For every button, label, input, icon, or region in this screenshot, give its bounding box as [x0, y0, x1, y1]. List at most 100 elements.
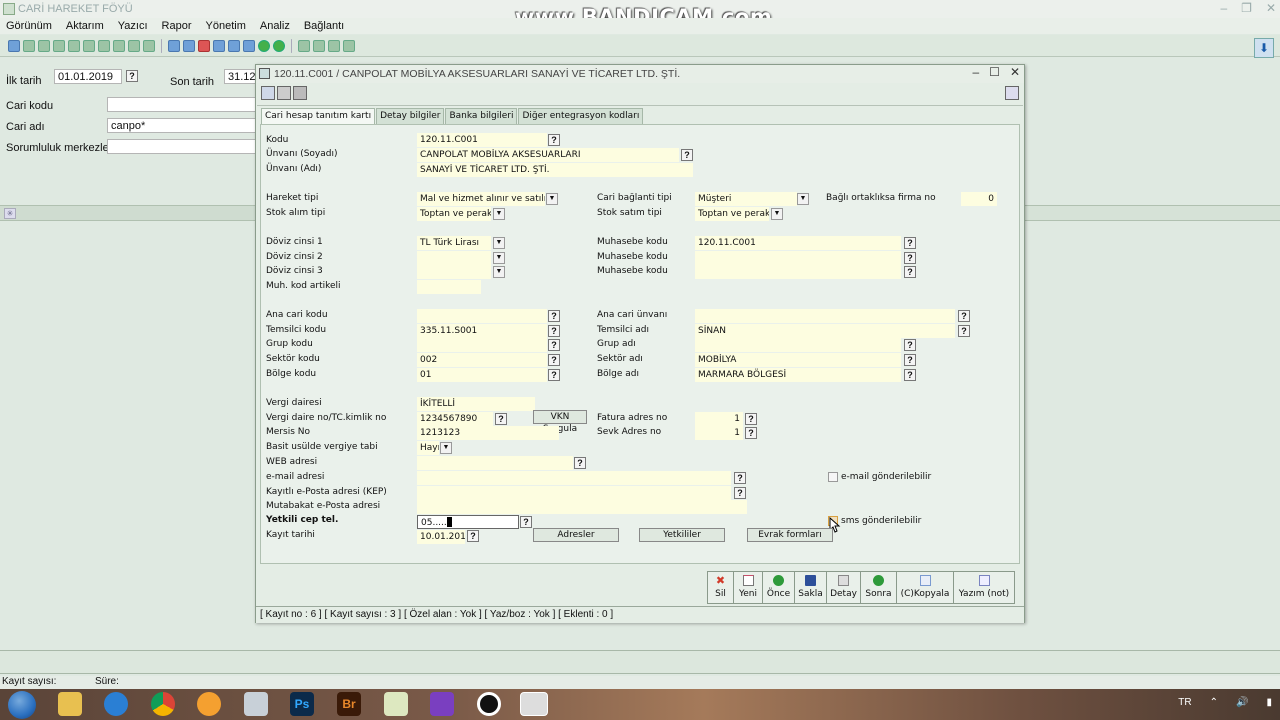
sorumluluk-field[interactable]: [107, 139, 257, 154]
vkn-sorgula-button[interactable]: VKN Sorgula: [533, 410, 587, 434]
kayit-tarihi-field[interactable]: 10.01.2019: [417, 530, 465, 544]
bookmark-icon[interactable]: [98, 39, 110, 52]
language-indicator[interactable]: TR: [1178, 697, 1191, 708]
help-button[interactable]: ?: [734, 487, 746, 499]
refresh-icon[interactable]: [8, 39, 20, 52]
back-icon[interactable]: [258, 39, 270, 52]
zoom-icon[interactable]: [313, 39, 325, 52]
son-tarih-field[interactable]: 31.12.2: [224, 69, 256, 84]
menu-rapor[interactable]: Rapor: [162, 20, 192, 32]
hareket-tipi-select[interactable]: Mal ve hizmet alınır ve satılır: [417, 192, 545, 206]
sort-icon[interactable]: [68, 39, 80, 52]
doviz3-select[interactable]: [417, 265, 491, 279]
kopyala-button[interactable]: (C)Kopyala: [896, 571, 954, 604]
export-icon[interactable]: [343, 39, 355, 52]
link-icon[interactable]: [243, 39, 255, 52]
minimize-icon[interactable]: –: [1220, 1, 1227, 15]
muhasebe-kodu-field-1[interactable]: 120.11.C001: [695, 236, 901, 250]
close-icon[interactable]: ✕: [1010, 65, 1020, 79]
muh-kod-artikeli-field[interactable]: [417, 280, 481, 294]
adresler-button[interactable]: Adresler: [533, 528, 619, 542]
tab-cari-hesap[interactable]: Cari hesap tanıtım kartı: [261, 108, 376, 124]
edit-icon[interactable]: [228, 39, 240, 52]
calendar-icon[interactable]: [183, 39, 195, 52]
next-icon[interactable]: [273, 39, 285, 52]
kep-field[interactable]: [417, 486, 731, 500]
help-button[interactable]: ?: [495, 413, 507, 425]
temsilci-kodu-field[interactable]: 335.11.S001: [417, 324, 547, 338]
muhasebe-kodu-help-button[interactable]: ?: [904, 252, 916, 264]
grup-kodu-field[interactable]: [417, 338, 547, 352]
help-button[interactable]: ?: [467, 530, 479, 542]
yazim-button[interactable]: Yazım (not): [953, 571, 1015, 604]
help-button[interactable]: ?: [904, 339, 916, 351]
menu-yazici[interactable]: Yazıcı: [118, 20, 148, 32]
network-icon[interactable]: ▮: [1266, 697, 1272, 708]
ana-cari-kodu-field[interactable]: [417, 309, 547, 323]
help-button[interactable]: ?: [745, 413, 757, 425]
scroll-down-button[interactable]: ⬇: [1254, 38, 1274, 58]
muhasebe-kodu-field-3[interactable]: [695, 265, 901, 279]
ilk-tarih-help-button[interactable]: ?: [126, 70, 138, 82]
printer-settings-icon[interactable]: [293, 86, 307, 100]
bolge-adi-field[interactable]: MARMARA BÖLGESİ: [695, 368, 901, 382]
grid-toggle-icon[interactable]: ✳: [4, 208, 16, 219]
detay-button[interactable]: Detay: [826, 571, 861, 604]
help-button[interactable]: ?: [548, 354, 560, 366]
sakla-button[interactable]: Sakla: [794, 571, 827, 604]
basit-usul-select[interactable]: Hayır: [417, 441, 439, 455]
cari-baglanti-tipi-select[interactable]: Müşteri: [695, 192, 797, 206]
help-button[interactable]: ?: [548, 339, 560, 351]
doviz2-select[interactable]: [417, 251, 491, 265]
help-button[interactable]: ?: [548, 310, 560, 322]
help-button[interactable]: ?: [904, 354, 916, 366]
ana-cari-unvani-field[interactable]: [695, 309, 955, 323]
record-icon[interactable]: [477, 692, 501, 716]
tool-icon[interactable]: [520, 692, 548, 716]
tab-diger-entegrasyon[interactable]: Diğer entegrasyon kodları: [518, 108, 644, 124]
menu-baglanti[interactable]: Bağlantı: [304, 20, 344, 32]
stok-satim-tipi-select[interactable]: Toptan ve peraken: [695, 207, 769, 221]
options-icon[interactable]: [1005, 86, 1019, 100]
yeni-button[interactable]: Yeni: [733, 571, 763, 604]
sevk-adres-field[interactable]: 1: [695, 426, 743, 440]
app-orange-icon[interactable]: [197, 692, 221, 716]
vergi-dairesi-field[interactable]: İKİTELLİ: [417, 397, 535, 411]
sonra-button[interactable]: Sonra: [860, 571, 897, 604]
unvani-soyadi-field[interactable]: CANPOLAT MOBİLYA AKSESUARLARI: [417, 148, 679, 162]
once-button[interactable]: Önce: [762, 571, 795, 604]
filter-icon[interactable]: [113, 39, 125, 52]
chevron-down-icon[interactable]: ▼: [440, 442, 452, 454]
kodu-help-button[interactable]: ?: [548, 134, 560, 146]
muhasebe-kodu-field-2[interactable]: [695, 251, 901, 265]
bagli-ortaklik-field[interactable]: 0: [961, 192, 997, 206]
record-icon[interactable]: [198, 39, 210, 52]
help-button[interactable]: ?: [734, 472, 746, 484]
help-button[interactable]: ?: [574, 457, 586, 469]
menu-gorunum[interactable]: Görünüm: [6, 20, 52, 32]
sektor-adi-field[interactable]: MOBİLYA: [695, 353, 901, 367]
tray-expand-icon[interactable]: ⌃: [1210, 697, 1218, 708]
sil-button[interactable]: ✖ Sil: [707, 571, 734, 604]
mutabakat-field[interactable]: [417, 500, 747, 514]
bridge-icon[interactable]: Br: [337, 692, 361, 716]
bolge-kodu-field[interactable]: 01: [417, 368, 547, 382]
visual-studio-icon[interactable]: [430, 692, 454, 716]
chrome-icon[interactable]: [151, 692, 175, 716]
sektor-kodu-field[interactable]: 002: [417, 353, 547, 367]
tab-detay-bilgiler[interactable]: Detay bilgiler: [376, 108, 445, 124]
unvani-help-button[interactable]: ?: [681, 149, 693, 161]
internet-explorer-icon[interactable]: [104, 692, 128, 716]
doviz1-select[interactable]: TL Türk Lirası: [417, 236, 491, 250]
help-button[interactable]: ?: [548, 325, 560, 337]
print-icon[interactable]: [128, 39, 140, 52]
menu-yonetim[interactable]: Yönetim: [206, 20, 246, 32]
cep-field[interactable]: 05......: [417, 515, 519, 529]
unvani-adi-field[interactable]: SANAYİ VE TİCARET LTD. ŞTİ.: [417, 163, 693, 177]
chevron-down-icon[interactable]: ▼: [493, 208, 505, 220]
menu-aktarim[interactable]: Aktarım: [66, 20, 104, 32]
vergi-no-field[interactable]: 1234567890: [417, 412, 493, 426]
evrak-formlari-button[interactable]: Evrak formları: [747, 528, 833, 542]
chevron-down-icon[interactable]: ▼: [493, 266, 505, 278]
chevron-down-icon[interactable]: ▼: [771, 208, 783, 220]
